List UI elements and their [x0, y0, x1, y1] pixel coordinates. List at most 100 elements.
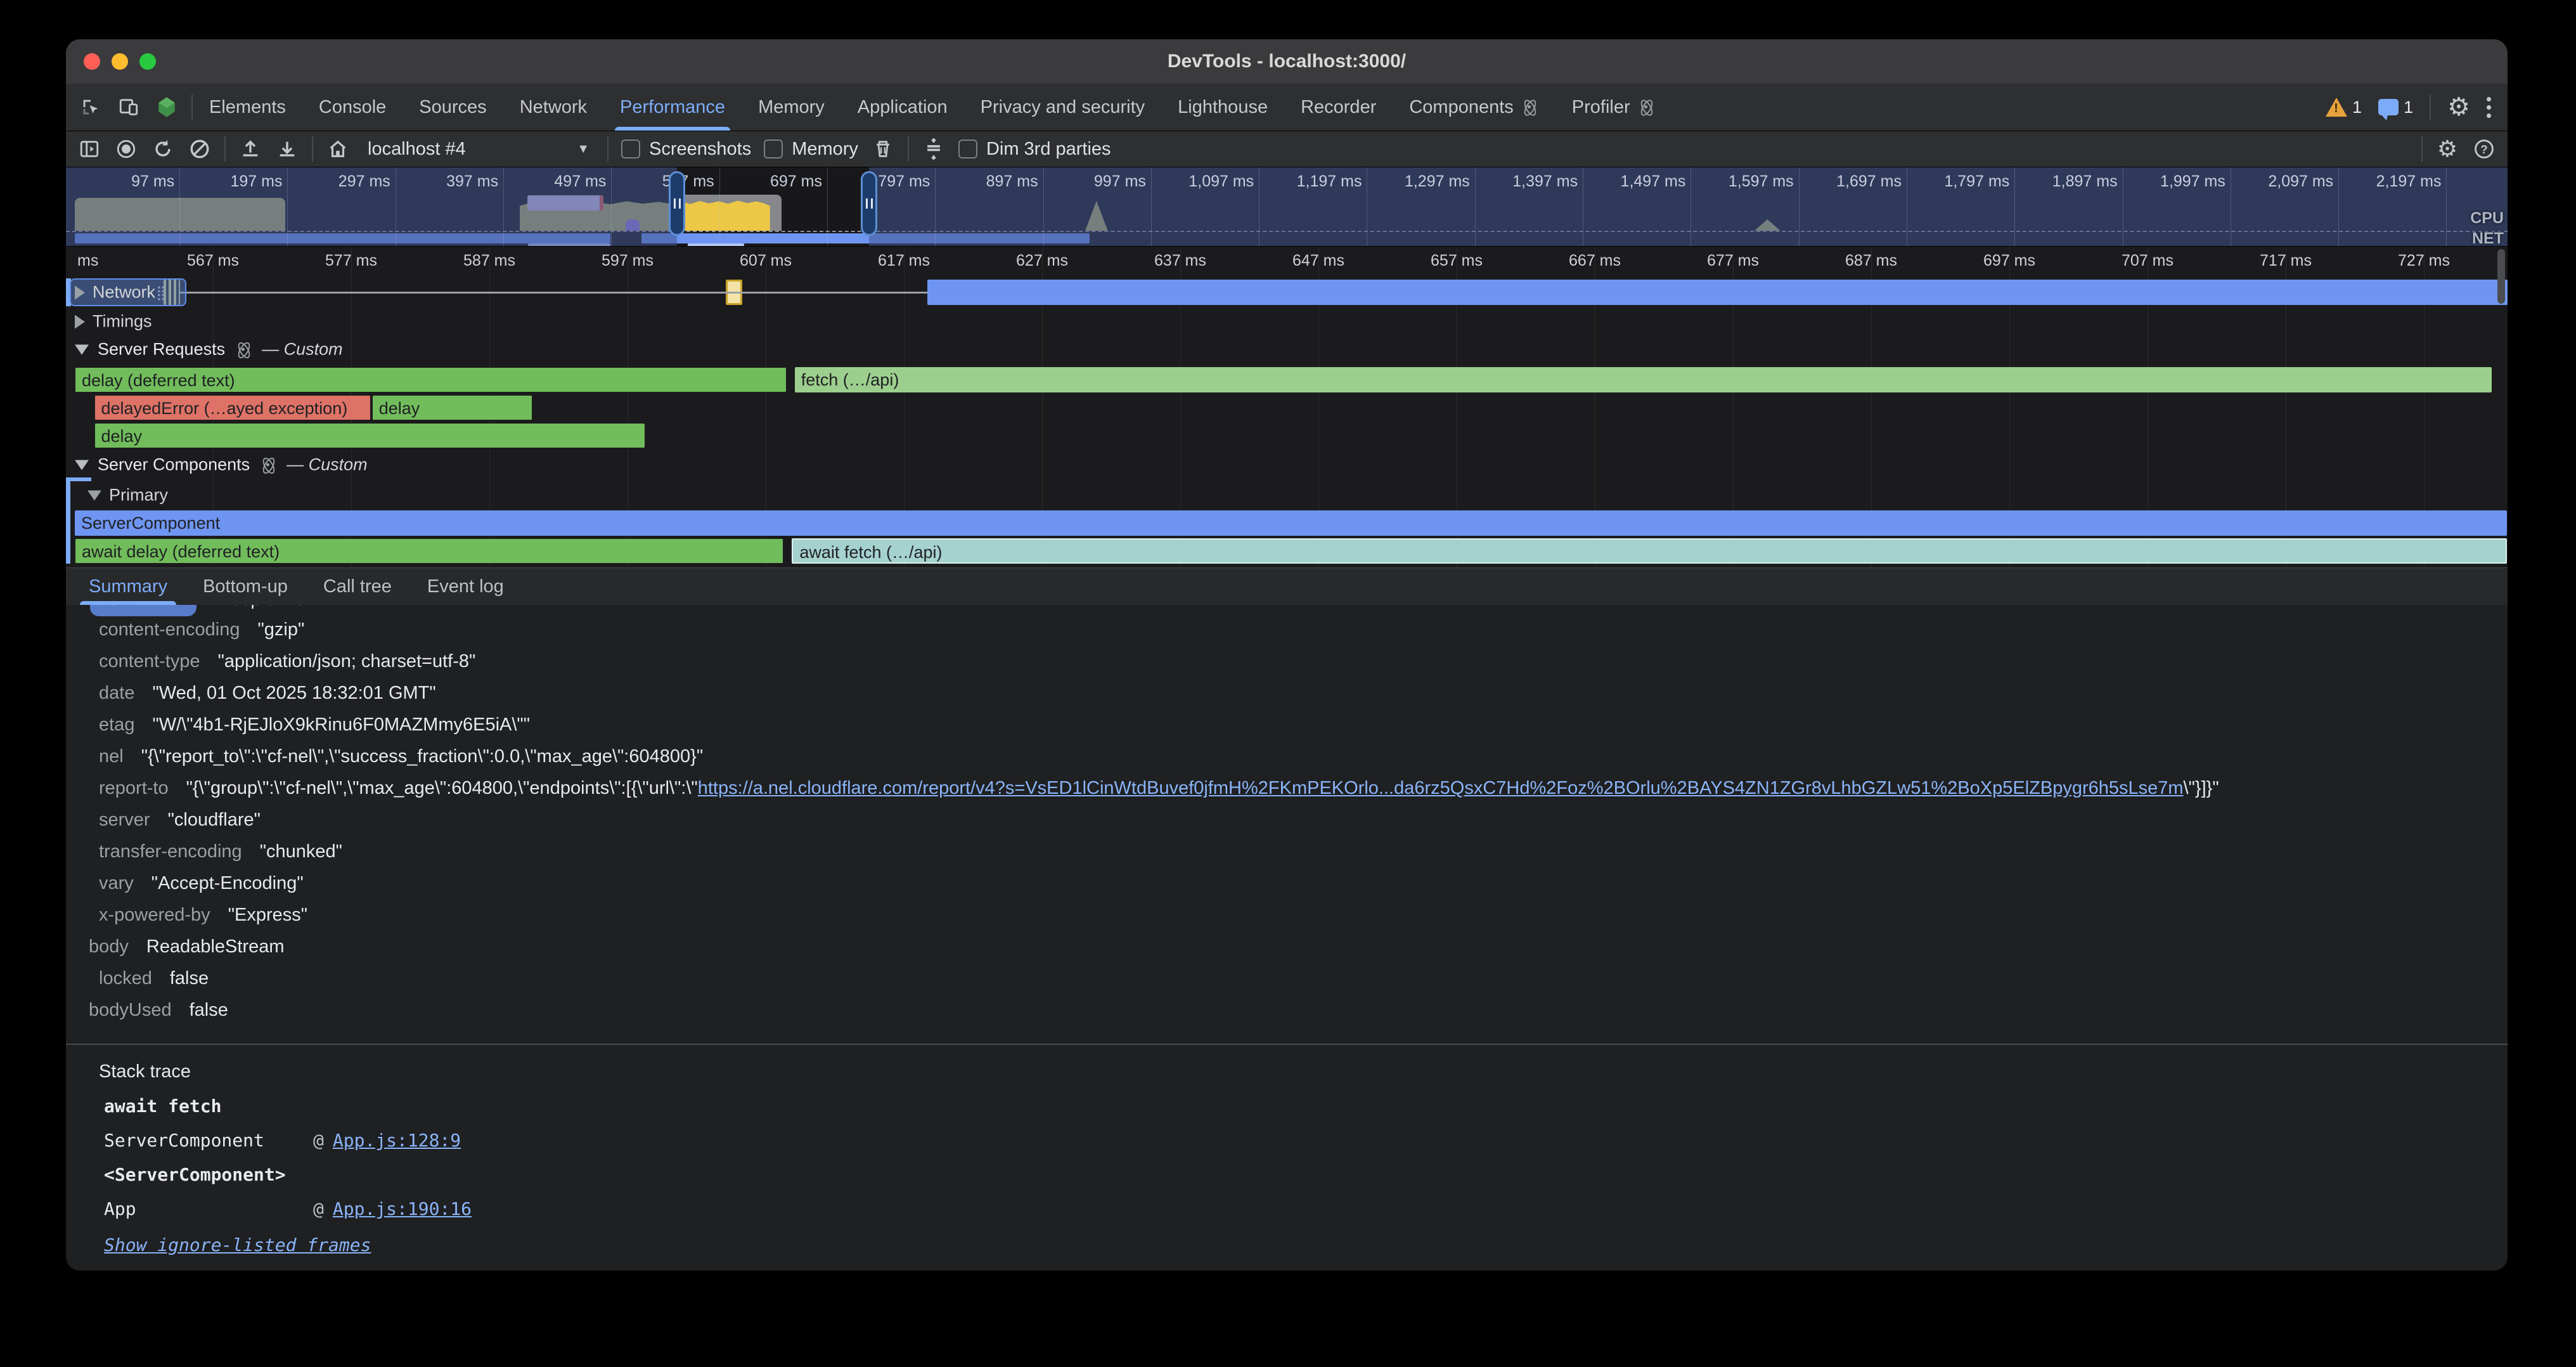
- property-row-content-encoding[interactable]: content-encoding"gzip": [66, 614, 2508, 645]
- expanded-triangle-icon: [75, 344, 89, 354]
- warning-count: 1: [2352, 98, 2362, 117]
- flame-bar[interactable]: delay: [94, 423, 646, 448]
- property-row-nel[interactable]: nel"{\"report_to\":\"cf-nel\",\"success_…: [66, 741, 2508, 772]
- flame-bar[interactable]: [927, 280, 2508, 305]
- primary-subtrack-label[interactable]: Primary: [87, 486, 168, 505]
- flame-bar[interactable]: delay (deferred text): [75, 367, 787, 392]
- live-metrics-home-icon[interactable]: [326, 137, 350, 161]
- details-tab-bottom-up[interactable]: Bottom-up: [188, 568, 303, 605]
- server-requests-header-label[interactable]: Server Requests— Custom: [75, 340, 343, 360]
- property-row-server[interactable]: server"cloudflare": [66, 804, 2508, 836]
- cpu-strip-label: CPU: [2470, 209, 2504, 228]
- overview-tick-label: 2,097 ms: [2268, 172, 2338, 191]
- flame-bar[interactable]: delay: [372, 395, 532, 420]
- tab-elements[interactable]: Elements: [193, 84, 302, 131]
- load-profile-icon[interactable]: [238, 137, 262, 161]
- overview-tick-label: 397 ms: [446, 172, 503, 191]
- memory-checkbox[interactable]: Memory: [764, 139, 858, 160]
- overview-tick-label: 1,497 ms: [1621, 172, 1691, 191]
- panel-settings-gear-icon[interactable]: ⚙: [2435, 137, 2459, 161]
- overview-tick-label: 197 ms: [231, 172, 288, 191]
- property-row-vary[interactable]: vary"Accept-Encoding": [66, 867, 2508, 899]
- property-row-report-to[interactable]: report-to"{\"group\":\"cf-nel\",\"max_ag…: [66, 772, 2508, 804]
- ruler-tick-label: 697 ms: [1983, 252, 2035, 270]
- ruler-tick-label: 707 ms: [2122, 252, 2174, 270]
- property-row-locked[interactable]: lockedfalse: [66, 962, 2508, 994]
- overview-gridline: [827, 167, 828, 246]
- network-track-label[interactable]: Network: [75, 283, 155, 302]
- save-profile-icon[interactable]: [275, 137, 299, 161]
- property-key: date: [99, 677, 134, 709]
- dim-3rd-parties-checkbox[interactable]: Dim 3rd parties: [958, 139, 1111, 160]
- record-icon[interactable]: [114, 137, 138, 161]
- timings-track-label[interactable]: Timings: [75, 312, 152, 332]
- dim-3rd-parties-label: Dim 3rd parties: [986, 139, 1111, 160]
- overview-left-handle[interactable]: [669, 171, 685, 236]
- tab-memory[interactable]: Memory: [742, 84, 841, 131]
- atom-icon: [234, 340, 253, 359]
- server-components-header-label[interactable]: Server Components— Custom: [75, 455, 368, 475]
- console-messages[interactable]: 1: [2378, 98, 2413, 117]
- property-key: transfer-encoding: [99, 836, 242, 867]
- timings-track-row: Timings: [66, 308, 2508, 335]
- stack-frame-source-link[interactable]: App.js:128:9: [333, 1130, 461, 1151]
- property-row-content-type[interactable]: content-type"application/json; charset=u…: [66, 645, 2508, 677]
- extension-gem-icon[interactable]: [155, 95, 179, 119]
- flame-chart[interactable]: ms567 ms577 ms587 ms597 ms607 ms617 ms62…: [66, 247, 2508, 567]
- flame-bar[interactable]: ServerComponent: [75, 510, 2507, 536]
- flame-bar[interactable]: delayedError (…ayed exception): [94, 395, 371, 420]
- profile-history-select[interactable]: localhost #4 ▼: [363, 139, 595, 160]
- property-row-date[interactable]: date"Wed, 01 Oct 2025 18:32:01 GMT": [66, 677, 2508, 709]
- toolbar-divider-5: [2421, 136, 2423, 162]
- tab-network[interactable]: Network: [503, 84, 603, 131]
- flame-bar-selected[interactable]: await fetch (…/api): [792, 538, 2506, 564]
- flame-bar[interactable]: await delay (deferred text): [75, 538, 783, 564]
- tab-lighthouse[interactable]: Lighthouse: [1161, 84, 1284, 131]
- section-title: Server Components: [98, 455, 250, 475]
- tab-application[interactable]: Application: [841, 84, 964, 131]
- toggle-panel-icon[interactable]: [77, 137, 101, 161]
- property-row-body[interactable]: bodyReadableStream: [66, 931, 2508, 962]
- property-key: etag: [99, 709, 134, 741]
- issues-warning[interactable]: ! 1: [2326, 98, 2362, 117]
- tab-sources[interactable]: Sources: [402, 84, 503, 131]
- tab-label: Memory: [758, 97, 825, 118]
- property-row-bodyused[interactable]: bodyUsedfalse: [66, 994, 2508, 1026]
- window-title: DevTools - localhost:3000/: [66, 51, 2508, 72]
- settings-gear-icon[interactable]: ⚙: [2447, 94, 2470, 120]
- property-row-connection[interactable]: connection"keep-alive": [66, 605, 2508, 614]
- timeline-overview[interactable]: 97 ms197 ms297 ms397 ms497 ms597 ms697 m…: [66, 167, 2508, 247]
- record-and-reload-icon[interactable]: [151, 137, 175, 161]
- stack-frame: App@App.js:190:16: [66, 1191, 2508, 1226]
- capture-settings-icon[interactable]: [922, 137, 946, 161]
- tab-recorder[interactable]: Recorder: [1284, 84, 1393, 131]
- report-endpoint-link[interactable]: https://a.nel.cloudflare.com/report/v4?s…: [698, 778, 2184, 798]
- property-row-x-powered-by[interactable]: x-powered-by"Express": [66, 899, 2508, 931]
- ruler-tick-label: 577 ms: [325, 252, 377, 270]
- details-tab-event-log[interactable]: Event log: [412, 568, 519, 605]
- property-row-transfer-encoding[interactable]: transfer-encoding"chunked": [66, 836, 2508, 867]
- details-tab-call-tree[interactable]: Call tree: [308, 568, 407, 605]
- show-ignore-listed-frames-link[interactable]: Show ignore-listed frames: [66, 1226, 2508, 1255]
- tab-profiler[interactable]: Profiler: [1555, 84, 1672, 131]
- property-row-etag[interactable]: etag"W/\"4b1-RjEJloX9kRinu6F0MAZMmy6E5iA…: [66, 709, 2508, 741]
- overview-right-handle[interactable]: [861, 171, 877, 236]
- flame-scrollbar-thumb[interactable]: [2497, 249, 2505, 304]
- flame-bar[interactable]: fetch (…/api): [795, 367, 2492, 392]
- help-icon[interactable]: ?: [2472, 137, 2496, 161]
- screenshots-checkbox[interactable]: Screenshots: [621, 139, 751, 160]
- inspect-element-icon[interactable]: [79, 95, 103, 119]
- tab-privacy-and-security[interactable]: Privacy and security: [964, 84, 1162, 131]
- stack-frame-source-link[interactable]: App.js:190:16: [333, 1198, 472, 1219]
- chevron-down-icon: ▼: [577, 142, 589, 157]
- details-tab-summary[interactable]: Summary: [74, 568, 183, 605]
- tab-components[interactable]: Components: [1393, 84, 1555, 131]
- clear-icon[interactable]: [188, 137, 212, 161]
- collect-garbage-icon[interactable]: [871, 137, 895, 161]
- tabbar-right-divider: [2430, 94, 2431, 120]
- more-options-icon[interactable]: [2487, 97, 2491, 118]
- server-requests-row-1: delay (deferred text) fetch (…/api): [66, 366, 2508, 394]
- tab-performance[interactable]: Performance: [603, 84, 742, 131]
- device-toolbar-icon[interactable]: [117, 95, 141, 119]
- tab-console[interactable]: Console: [302, 84, 402, 131]
